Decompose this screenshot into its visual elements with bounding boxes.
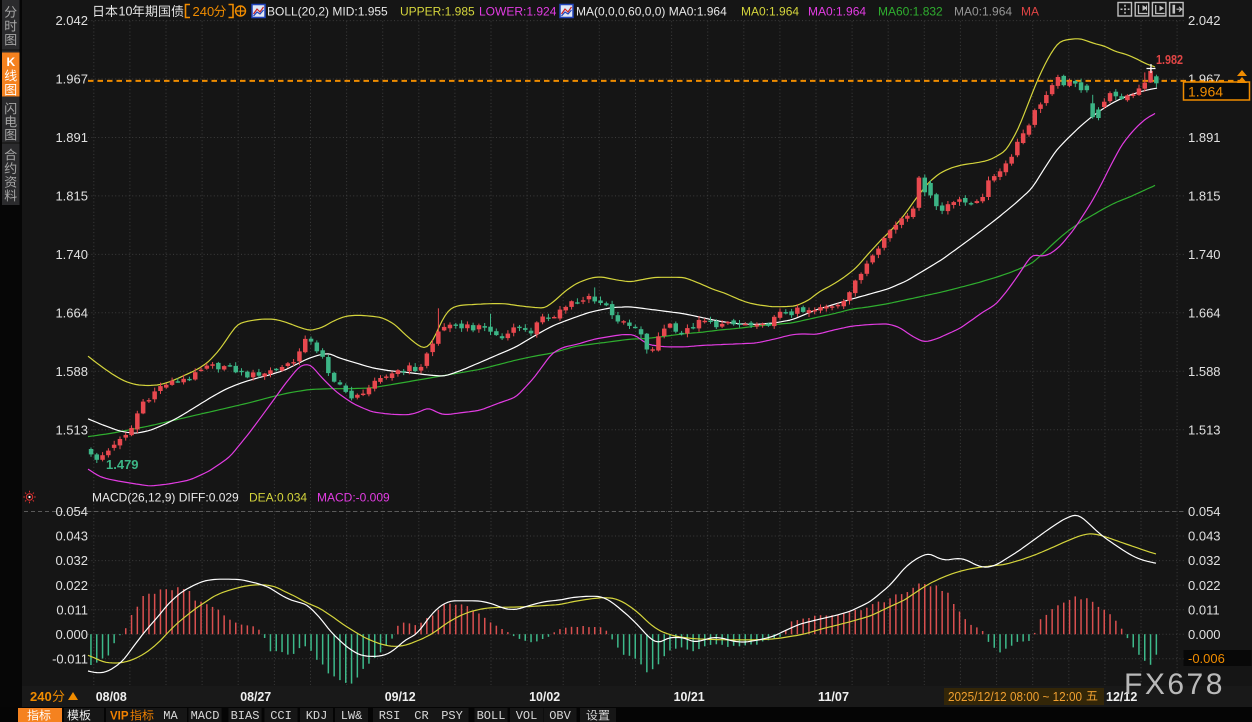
svg-text:10: 10 [119, 5, 133, 19]
svg-text:0.054: 0.054 [55, 504, 88, 519]
svg-text:LOWER:1.924: LOWER:1.924 [479, 5, 557, 19]
svg-text:2.042: 2.042 [1188, 13, 1221, 28]
svg-text:CR: CR [414, 709, 428, 722]
svg-text:MA: MA [1021, 5, 1039, 19]
svg-text:MACD:-0.009: MACD:-0.009 [317, 491, 390, 505]
svg-text:0.000: 0.000 [1188, 627, 1221, 642]
svg-text:1.664: 1.664 [1188, 305, 1221, 320]
svg-text:1.513: 1.513 [55, 422, 88, 437]
svg-text:0.000: 0.000 [55, 627, 88, 642]
svg-text:MA(0,0,0,60,0,0) MA0:1.964: MA(0,0,0,60,0,0) MA0:1.964 [576, 5, 727, 19]
svg-text:2025/12/12 08:00 ~ 12:00: 2025/12/12 08:00 ~ 12:00 [948, 690, 1082, 704]
svg-text:VOL: VOL [516, 709, 538, 722]
svg-text:MA60:1.832: MA60:1.832 [878, 5, 943, 19]
svg-text:-0.006: -0.006 [1188, 651, 1225, 666]
svg-text:2.042: 2.042 [55, 13, 88, 28]
svg-text:1.891: 1.891 [1188, 130, 1221, 145]
svg-text:0.032: 0.032 [55, 553, 88, 568]
svg-text:1.967: 1.967 [55, 72, 88, 87]
svg-text:CCI: CCI [270, 709, 292, 722]
svg-text:MA0:1.964: MA0:1.964 [954, 5, 1012, 19]
svg-text:BIAS: BIAS [231, 709, 260, 722]
svg-text:240: 240 [30, 689, 52, 704]
svg-text:08/08: 08/08 [96, 690, 127, 704]
svg-text:10/02: 10/02 [529, 690, 560, 704]
svg-text:MA0:1.964: MA0:1.964 [808, 5, 866, 19]
svg-text:10/21: 10/21 [674, 690, 705, 704]
svg-text:1.588: 1.588 [55, 364, 88, 379]
svg-text:240: 240 [193, 4, 215, 19]
svg-text:MA: MA [163, 709, 178, 722]
svg-text:0.032: 0.032 [1188, 553, 1221, 568]
svg-text:-0.011: -0.011 [52, 651, 88, 666]
svg-text:1.740: 1.740 [55, 247, 88, 262]
svg-text:0.043: 0.043 [1188, 529, 1221, 544]
svg-text:1.891: 1.891 [55, 130, 88, 145]
svg-text:DEA:0.034: DEA:0.034 [249, 491, 307, 505]
svg-text:0.022: 0.022 [55, 578, 88, 593]
svg-text:1.588: 1.588 [1188, 364, 1221, 379]
svg-text:BOLL(20,2) MID:1.955: BOLL(20,2) MID:1.955 [267, 5, 388, 19]
svg-text:1.815: 1.815 [55, 189, 88, 204]
svg-text:BOLL: BOLL [477, 709, 506, 722]
svg-text:1.815: 1.815 [1188, 189, 1221, 204]
svg-text:KDJ: KDJ [306, 709, 328, 722]
svg-text:09/12: 09/12 [385, 690, 416, 704]
svg-text:08/27: 08/27 [240, 690, 271, 704]
svg-text:0.054: 0.054 [1188, 504, 1221, 519]
svg-text:1.982: 1.982 [1156, 52, 1183, 67]
svg-text:MA0:1.964: MA0:1.964 [741, 5, 799, 19]
svg-text:OBV: OBV [549, 709, 571, 722]
svg-text:UPPER:1.985: UPPER:1.985 [400, 5, 475, 19]
svg-text:0.043: 0.043 [55, 529, 88, 544]
svg-text:LW&: LW& [341, 709, 363, 722]
svg-text:0.022: 0.022 [1188, 578, 1221, 593]
svg-text:11/07: 11/07 [818, 690, 849, 704]
svg-text:0.011: 0.011 [56, 602, 88, 617]
svg-text:MACD(26,12,9) DIFF:0.029: MACD(26,12,9) DIFF:0.029 [92, 491, 239, 505]
svg-text:MACD: MACD [191, 709, 220, 722]
svg-text:VIP: VIP [110, 711, 129, 722]
svg-text:1.479: 1.479 [106, 457, 139, 472]
svg-text:RSI: RSI [379, 709, 401, 722]
svg-text:0.011: 0.011 [1188, 602, 1220, 617]
svg-text:1.513: 1.513 [1188, 422, 1221, 437]
svg-text:1.664: 1.664 [55, 305, 88, 320]
svg-text:K: K [6, 55, 15, 69]
svg-text:PSY: PSY [441, 709, 463, 722]
svg-text:1.964: 1.964 [1188, 84, 1223, 100]
svg-text:1.740: 1.740 [1188, 247, 1221, 262]
svg-text:FX678: FX678 [1124, 668, 1225, 701]
